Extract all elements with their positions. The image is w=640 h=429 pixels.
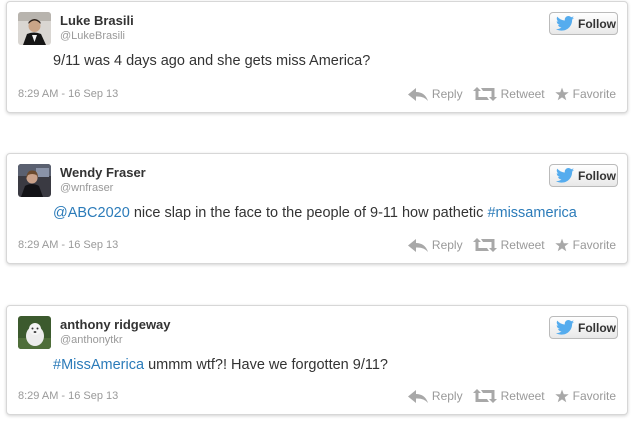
user-handle[interactable]: @LukeBrasili [60, 30, 125, 42]
tweet-actions: Reply Retweet Favorite [398, 87, 616, 101]
tweet-body: nice slap in the face to the people of 9… [129, 205, 488, 221]
reply-icon [407, 389, 428, 403]
tweet-timestamp[interactable]: 8:29 AM - 16 Sep 13 [18, 390, 118, 402]
star-icon [554, 87, 569, 101]
retweet-button[interactable]: Retweet [472, 87, 545, 101]
favorite-label: Favorite [572, 87, 616, 101]
tweet-text: @ABC2020 nice slap in the face to the pe… [53, 205, 577, 221]
tweet-body: 9/11 was 4 days ago and she gets miss Am… [53, 53, 371, 69]
tweet-actions: Reply Retweet Favorite [398, 238, 616, 252]
reply-label: Reply [431, 238, 463, 252]
favorite-button[interactable]: Favorite [554, 389, 616, 403]
reply-button[interactable]: Reply [407, 87, 463, 101]
user-name[interactable]: anthony ridgeway [60, 317, 171, 332]
tweet-text: 9/11 was 4 days ago and she gets miss Am… [53, 53, 370, 69]
twitter-bird-icon [556, 16, 574, 31]
twitter-bird-icon [556, 320, 574, 335]
retweet-label: Retweet [500, 238, 545, 252]
tweet-timestamp[interactable]: 8:29 AM - 16 Sep 13 [18, 88, 118, 100]
user-handle[interactable]: @anthonytkr [60, 334, 123, 346]
reply-icon [407, 238, 428, 252]
follow-button[interactable]: Follow [549, 316, 618, 339]
twitter-bird-icon [556, 168, 574, 183]
star-icon [554, 389, 569, 403]
favorite-button[interactable]: Favorite [554, 87, 616, 101]
tweet-text: #MissAmerica ummm wtf?! Have we forgotte… [53, 357, 388, 373]
follow-button[interactable]: Follow [549, 12, 618, 35]
favorite-label: Favorite [572, 238, 616, 252]
favorite-label: Favorite [572, 389, 616, 403]
retweet-icon [472, 87, 497, 101]
retweet-label: Retweet [500, 389, 545, 403]
favorite-button[interactable]: Favorite [554, 238, 616, 252]
retweet-icon [472, 389, 497, 403]
avatar[interactable] [18, 164, 51, 197]
retweet-icon [472, 238, 497, 252]
reply-label: Reply [431, 87, 463, 101]
avatar[interactable] [18, 316, 51, 349]
star-icon [554, 238, 569, 252]
retweet-button[interactable]: Retweet [472, 389, 545, 403]
tweet-actions: Reply Retweet Favorite [398, 389, 616, 403]
follow-label: Follow [578, 168, 616, 183]
user-handle[interactable]: @wnfraser [60, 182, 113, 194]
hashtag-link[interactable]: #MissAmerica [53, 357, 144, 373]
tweet-timestamp[interactable]: 8:29 AM - 16 Sep 13 [18, 239, 118, 251]
tweet-card-3: anthony ridgeway @anthonytkr Follow #Mis… [6, 305, 628, 415]
retweet-label: Retweet [500, 87, 545, 101]
user-name[interactable]: Luke Brasili [60, 13, 134, 28]
reply-icon [407, 87, 428, 101]
user-name[interactable]: Wendy Fraser [60, 165, 146, 180]
follow-label: Follow [578, 320, 616, 335]
tweet-card-2: Wendy Fraser @wnfraser Follow @ABC2020 n… [6, 153, 628, 264]
retweet-button[interactable]: Retweet [472, 238, 545, 252]
reply-label: Reply [431, 389, 463, 403]
reply-button[interactable]: Reply [407, 389, 463, 403]
tweet-card-1: Luke Brasili @LukeBrasili Follow 9/11 wa… [6, 1, 628, 113]
avatar[interactable] [18, 12, 51, 45]
tweet-body: ummm wtf?! Have we forgotten 9/11? [144, 357, 388, 373]
hashtag-link[interactable]: #missamerica [487, 205, 576, 221]
mention-link[interactable]: @ABC2020 [53, 205, 130, 221]
follow-button[interactable]: Follow [549, 164, 618, 187]
reply-button[interactable]: Reply [407, 238, 463, 252]
follow-label: Follow [578, 16, 616, 31]
